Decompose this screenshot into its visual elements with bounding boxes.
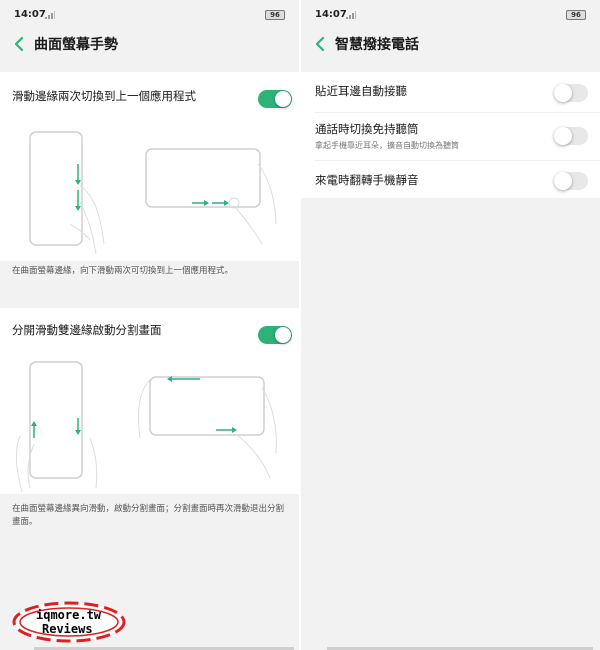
auto-answer-toggle[interactable] [554, 84, 588, 102]
setting-label: 分開滑動雙邊緣啟動分割畫面 [12, 323, 162, 337]
setting-card-split-screen: 分開滑動雙邊緣啟動分割畫面 [0, 308, 299, 494]
setting-label: 來電時翻轉手機靜音 [315, 173, 419, 187]
setting-label: 滑動邊緣兩次切換到上一個應用程式 [12, 89, 196, 103]
smart-call-screen: 14:07 96 智慧撥接電話 貼近耳邊自動接聽 通話時切換免持聽筒 拿起手機靠… [301, 0, 600, 650]
back-arrow-icon[interactable] [10, 34, 30, 54]
watermark-line1: iqmore.tw [36, 608, 102, 622]
watermark-logo: iqmore.tw Reviews [10, 600, 128, 644]
title-bar: 智慧撥接電話 [301, 28, 600, 62]
title-bar: 曲面螢幕手勢 [0, 28, 299, 62]
row-divider [315, 160, 600, 161]
row-divider [315, 112, 600, 113]
back-arrow-icon[interactable] [311, 34, 331, 54]
battery-icon: 96 [566, 10, 586, 20]
setting-description: 在曲面螢幕邊緣異向滑動，啟動分割畫面；分割畫面時再次滑動退出分割畫面。 [0, 503, 299, 529]
screens-container: 14:07 96 曲面螢幕手勢 滑動邊緣兩次切換到上一個應用程式 在曲面螢幕邊緣… [0, 0, 600, 650]
setting-label: 通話時切換免持聽筒 [315, 122, 419, 136]
flip-mute-toggle[interactable] [554, 172, 588, 190]
gesture-illustration-split-screen [15, 361, 277, 493]
gesture-illustration-swipe-twice [29, 131, 277, 255]
status-bar: 14:07 96 [301, 0, 600, 28]
setting-label: 貼近耳邊自動接聽 [315, 84, 407, 98]
page-title: 智慧撥接電話 [335, 37, 419, 53]
setting-description: 在曲面螢幕邊緣，向下滑動兩次可切換到上一個應用程式。 [0, 265, 299, 278]
swipe-edge-twice-toggle[interactable] [258, 90, 292, 108]
split-screen-toggle[interactable] [258, 326, 292, 344]
battery-icon: 96 [265, 10, 285, 20]
signal-icon [45, 11, 55, 19]
setting-subtitle: 拿起手機靠近耳朵，擴音自動切換為聽筒 [315, 141, 459, 150]
watermark-line2: Reviews [42, 622, 93, 636]
curved-screen-gestures-screen: 14:07 96 曲面螢幕手勢 滑動邊緣兩次切換到上一個應用程式 在曲面螢幕邊緣… [0, 0, 299, 650]
page-title: 曲面螢幕手勢 [34, 37, 118, 53]
switch-handset-toggle[interactable] [554, 127, 588, 145]
settings-list: 貼近耳邊自動接聽 通話時切換免持聽筒 拿起手機靠近耳朵，擴音自動切換為聽筒 來電… [301, 72, 600, 198]
signal-icon [346, 11, 356, 19]
status-bar: 14:07 96 [0, 0, 299, 28]
status-time: 14:07 [315, 9, 347, 20]
status-time: 14:07 [14, 9, 46, 20]
setting-card-swipe-edge-twice: 滑動邊緣兩次切換到上一個應用程式 [0, 72, 299, 261]
